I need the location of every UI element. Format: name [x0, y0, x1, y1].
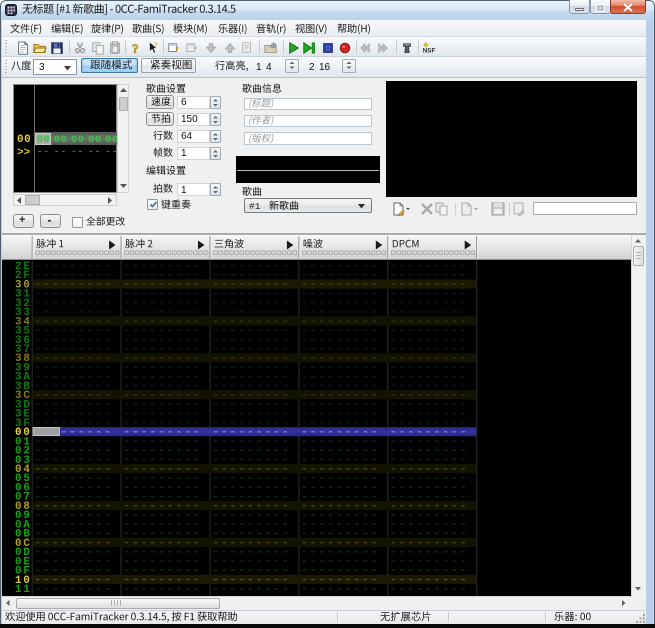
- svg-text:?: ?: [132, 41, 139, 55]
- svg-text:NSF: NSF: [422, 47, 435, 54]
- svg-text:11: 11: [15, 584, 32, 596]
- svg-text:?: ?: [153, 41, 157, 50]
